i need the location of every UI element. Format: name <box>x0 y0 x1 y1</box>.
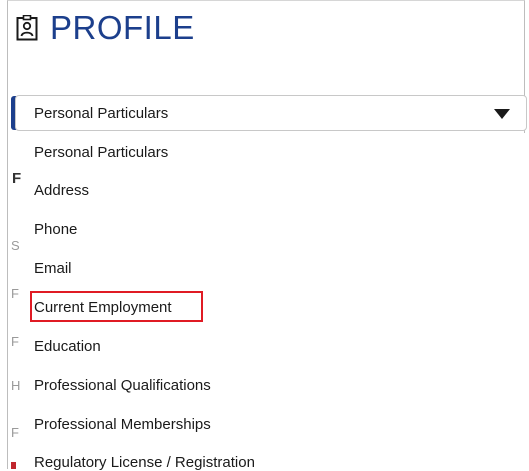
option-professional-qualifications[interactable]: Professional Qualifications <box>34 377 211 394</box>
red-marker <box>11 462 16 469</box>
bg-letter: H <box>11 378 21 393</box>
bg-letter: S <box>11 238 20 253</box>
section-select-value: Personal Particulars <box>34 104 169 122</box>
option-personal-particulars[interactable]: Personal Particulars <box>34 144 168 161</box>
bg-letter: F <box>11 334 19 349</box>
caret-down-icon[interactable] <box>494 109 510 119</box>
option-phone[interactable]: Phone <box>34 221 77 238</box>
bg-letter: F <box>12 170 22 187</box>
page-title: PROFILE <box>50 9 195 46</box>
option-professional-memberships[interactable]: Professional Memberships <box>34 416 211 433</box>
current-employment-highlight-box <box>30 291 203 322</box>
bg-letter: F <box>11 286 19 301</box>
bg-letter: F <box>11 425 19 440</box>
id-badge-icon <box>16 15 38 41</box>
section-select[interactable]: Personal Particulars <box>15 95 527 131</box>
option-address[interactable]: Address <box>34 182 89 199</box>
option-regulatory-license-registration[interactable]: Regulatory License / Registration <box>34 454 255 471</box>
option-email[interactable]: Email <box>34 260 72 277</box>
page-header: PROFILE <box>16 8 195 48</box>
option-education[interactable]: Education <box>34 338 101 355</box>
